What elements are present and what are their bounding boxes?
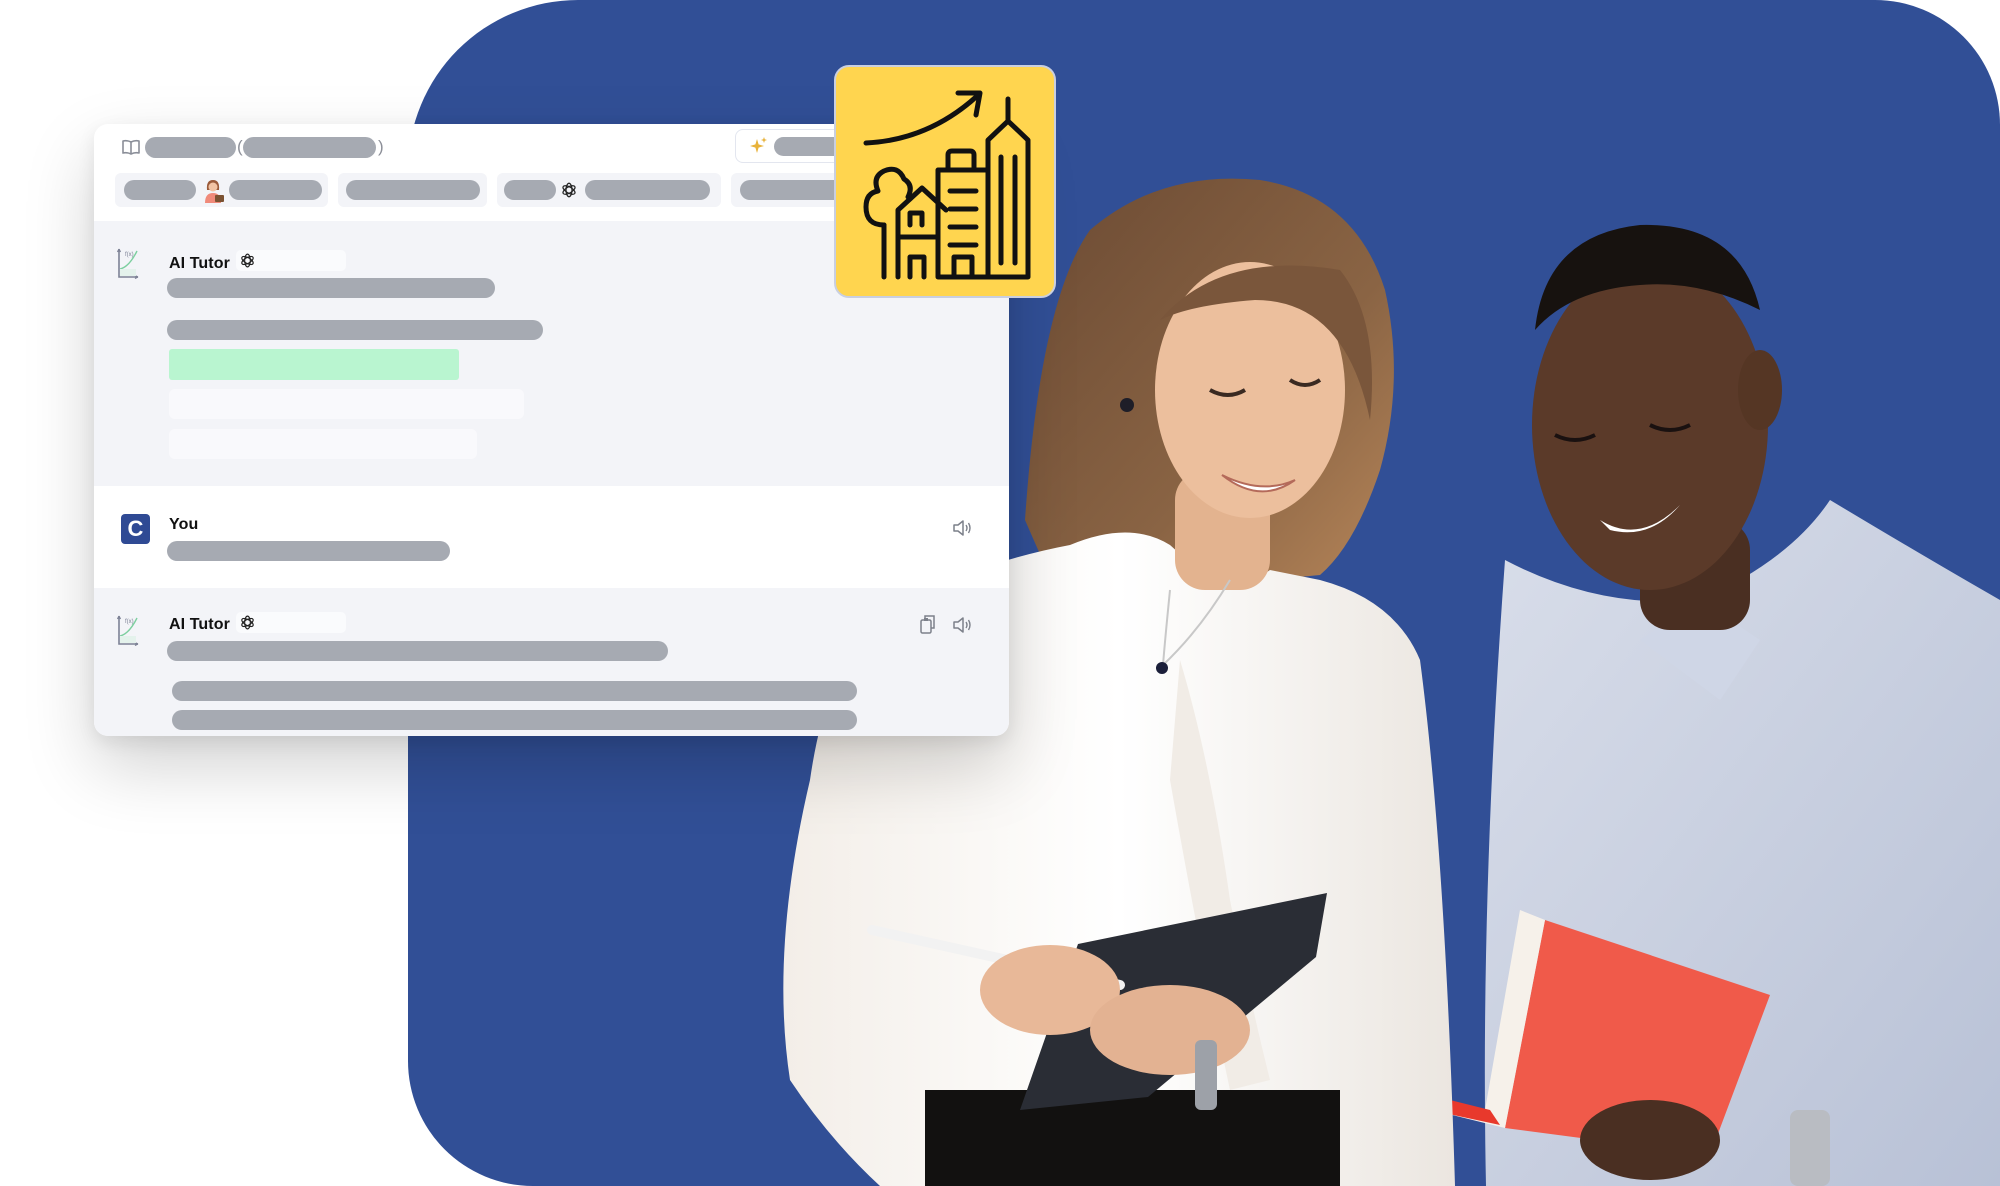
persona-avatar-icon: [205, 180, 224, 203]
speaker-icon[interactable]: [952, 616, 972, 634]
message-user: C You: [94, 486, 1009, 588]
woman-skirt: [925, 1090, 1340, 1186]
course-subtitle-placeholder: [243, 137, 376, 158]
man-hand: [1580, 1100, 1720, 1180]
faded-content-placeholder: [169, 429, 477, 459]
faded-content-placeholder: [169, 389, 524, 419]
function-label: f(x): [125, 619, 134, 625]
book-open-icon: [122, 139, 140, 155]
message-text-placeholder: [172, 681, 857, 701]
tab-1[interactable]: [115, 173, 328, 207]
message-text-placeholder: [167, 278, 495, 298]
openai-logo-icon: [562, 182, 576, 198]
tab-3[interactable]: [497, 173, 721, 207]
tab-label-placeholder: [346, 180, 480, 200]
highlighted-answer-placeholder: [169, 349, 459, 380]
sparkles-icon: [750, 137, 767, 153]
city-growth-badge: [834, 65, 1056, 298]
tab-2[interactable]: [338, 173, 487, 207]
title-close-paren: ): [378, 137, 384, 156]
tab-label-placeholder: [124, 180, 196, 200]
function-graph-icon: f(x): [117, 248, 139, 279]
tab-label-placeholder: [585, 180, 710, 200]
sender-name: You: [169, 516, 199, 533]
message-text-placeholder: [172, 710, 857, 730]
user-avatar: C: [121, 514, 150, 544]
tab-label-placeholder: [504, 180, 556, 200]
copy-icon[interactable]: [919, 614, 937, 634]
message-ai-tutor-2: f(x) AI Tutor: [94, 588, 1009, 736]
message-text-placeholder: [167, 541, 450, 561]
title-open-paren: (: [237, 137, 243, 156]
function-label: f(x): [125, 252, 134, 258]
openai-logo-icon: [241, 253, 254, 268]
openai-logo-icon: [241, 615, 254, 630]
tab-label-placeholder: [229, 180, 322, 200]
model-badge: [236, 250, 346, 271]
woman-hand-right: [1090, 985, 1250, 1075]
man-watch: [1790, 1110, 1830, 1186]
speaker-icon[interactable]: [952, 519, 972, 537]
function-graph-icon: f(x): [117, 615, 139, 646]
model-badge: [236, 612, 346, 633]
woman-pendant: [1156, 662, 1168, 674]
city-growth-icon: [863, 90, 1031, 280]
sender-name: AI Tutor: [169, 255, 230, 272]
message-text-placeholder: [167, 320, 543, 340]
course-title-placeholder: [145, 137, 236, 158]
man-ear: [1738, 350, 1782, 430]
message-text-placeholder: [167, 641, 668, 661]
sender-name: AI Tutor: [169, 616, 230, 633]
woman-watch: [1195, 1040, 1217, 1110]
woman-earring: [1120, 398, 1134, 412]
